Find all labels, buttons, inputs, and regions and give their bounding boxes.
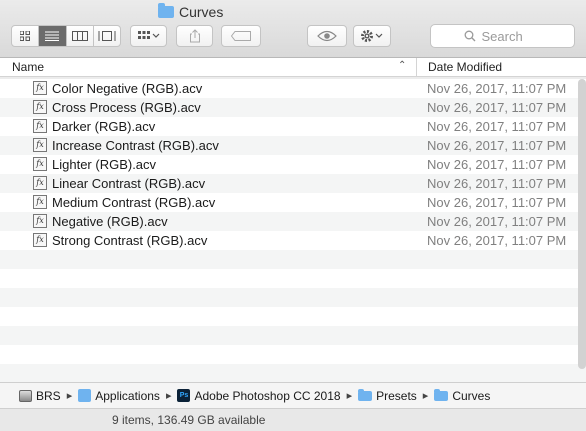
folder-icon [358, 388, 373, 401]
action-button[interactable] [353, 25, 391, 47]
path-item-brs[interactable]: BRS [19, 389, 61, 403]
file-name: Medium Contrast (RGB).acv [52, 195, 216, 210]
search-input[interactable] [481, 28, 542, 44]
file-row[interactable]: fx Increase Contrast (RGB).acv Nov 26, 201… [0, 136, 586, 155]
file-date: Nov 26, 2017, 11:07 PM [427, 157, 567, 172]
chevron-right-icon: ▸ [66, 390, 73, 402]
path-item-label: Presets [376, 388, 417, 403]
status-bar: 9 items, 136.49 GB available [0, 408, 586, 431]
arrange-button[interactable] [130, 25, 167, 47]
file-name: Linear Contrast (RGB).acv [52, 176, 206, 191]
view-mode-control [11, 25, 121, 47]
chevron-right-icon: ▸ [422, 390, 429, 402]
photoshop-icon: Ps [177, 389, 191, 402]
file-date: Nov 26, 2017, 11:07 PM [427, 214, 567, 229]
file-row[interactable]: fx Negative (RGB).acv Nov 26, 2017, 11:07 … [0, 212, 586, 231]
path-item-label: Adobe Photoshop CC 2018 [194, 388, 341, 403]
empty-row [0, 250, 586, 269]
curves-file-icon: fx [33, 195, 47, 209]
arrange-grid-icon [137, 31, 159, 39]
cover-flow-view-button[interactable] [94, 26, 120, 46]
folder-icon [434, 388, 449, 401]
curves-file-icon: fx [33, 81, 47, 95]
empty-row [0, 269, 586, 288]
file-name: Cross Process (RGB).acv [52, 100, 201, 115]
curves-file-icon: fx [33, 233, 47, 247]
empty-row [0, 288, 586, 307]
file-date: Nov 26, 2017, 11:07 PM [427, 119, 567, 134]
applications-folder-icon [78, 389, 92, 402]
folder-icon [158, 3, 174, 18]
file-row[interactable]: fx Cross Process (RGB).acv Nov 26, 2017, 1… [0, 98, 586, 117]
tag-button[interactable] [221, 25, 261, 47]
hard-disk-icon [19, 389, 32, 402]
file-name: Strong Contrast (RGB).acv [52, 233, 208, 248]
window-title-text: Curves [179, 4, 224, 20]
curves-file-icon: fx [33, 138, 47, 152]
chevron-right-icon: ▸ [165, 390, 172, 402]
file-list: fx Color Negative (RGB).acv Nov 26, 2017, … [0, 79, 586, 383]
file-row[interactable]: fx Color Negative (RGB).acv Nov 26, 2017, … [0, 79, 586, 98]
cover-flow-icon [98, 31, 116, 41]
vertical-scrollbar[interactable] [578, 79, 586, 369]
file-date: Nov 26, 2017, 11:07 PM [427, 138, 567, 153]
file-name: Increase Contrast (RGB).acv [52, 138, 219, 153]
name-column-header[interactable]: Name [12, 60, 44, 74]
path-item-applications[interactable]: Applications [78, 389, 160, 403]
path-item-curves[interactable]: Curves [434, 388, 491, 403]
search-field[interactable] [430, 24, 575, 48]
curves-file-icon: fx [33, 176, 47, 190]
share-icon [189, 29, 200, 43]
gear-icon [361, 30, 383, 42]
file-date: Nov 26, 2017, 11:07 PM [427, 176, 567, 191]
file-date: Nov 26, 2017, 11:07 PM [427, 195, 567, 210]
file-date: Nov 26, 2017, 11:07 PM [427, 81, 567, 96]
file-row[interactable]: fx Darker (RGB).acv Nov 26, 2017, 11:07 PM [0, 117, 586, 136]
column-view-button[interactable] [67, 26, 94, 46]
file-row[interactable]: fx Linear Contrast (RGB).acv Nov 26, 2017,… [0, 174, 586, 193]
path-bar: BRS ▸ Applications ▸ Ps Adobe Photoshop C… [0, 382, 586, 408]
file-row[interactable]: fx Strong Contrast (RGB).acv Nov 26, 2017,… [0, 231, 586, 250]
empty-row [0, 307, 586, 326]
date-modified-column-header[interactable]: Date Modified [428, 60, 502, 74]
eye-icon [317, 30, 337, 42]
status-text: 9 items, 136.49 GB available [112, 413, 266, 427]
quick-look-button[interactable] [307, 25, 347, 47]
tag-icon [231, 31, 251, 41]
icon-view-button[interactable] [12, 26, 40, 46]
toolbar: Curves [0, 0, 586, 58]
list-view-icon [45, 31, 60, 41]
file-name: Negative (RGB).acv [52, 214, 168, 229]
file-name: Darker (RGB).acv [52, 119, 156, 134]
path-item-photoshop[interactable]: Ps Adobe Photoshop CC 2018 [177, 388, 341, 403]
file-name: Lighter (RGB).acv [52, 157, 157, 172]
window-title: Curves [158, 3, 223, 21]
icon-view-icon [20, 31, 31, 41]
curves-file-icon: fx [33, 119, 47, 133]
file-name: Color Negative (RGB).acv [52, 81, 203, 96]
search-icon [464, 30, 475, 42]
empty-row [0, 326, 586, 345]
share-button[interactable] [176, 25, 213, 47]
list-view-button[interactable] [39, 26, 67, 46]
path-item-label: BRS [36, 388, 61, 403]
file-row[interactable]: fx Lighter (RGB).acv Nov 26, 2017, 11:07 P… [0, 155, 586, 174]
file-row[interactable]: fx Medium Contrast (RGB).acv Nov 26, 2017,… [0, 193, 586, 212]
empty-row [0, 345, 586, 364]
sort-ascending-icon[interactable]: ⌃ [398, 60, 406, 71]
column-view-icon [71, 31, 88, 41]
curves-file-icon: fx [33, 100, 47, 114]
file-date: Nov 26, 2017, 11:07 PM [427, 233, 567, 248]
path-item-label: Applications [95, 388, 160, 403]
column-divider[interactable] [416, 58, 417, 77]
curves-file-icon: fx [33, 214, 47, 228]
curves-file-icon: fx [33, 157, 47, 171]
path-item-presets[interactable]: Presets [358, 388, 417, 403]
path-item-label: Curves [452, 388, 491, 403]
file-date: Nov 26, 2017, 11:07 PM [427, 100, 567, 115]
chevron-right-icon: ▸ [346, 390, 353, 402]
column-header: Name ⌃ Date Modified [0, 58, 586, 77]
empty-row [0, 364, 586, 383]
